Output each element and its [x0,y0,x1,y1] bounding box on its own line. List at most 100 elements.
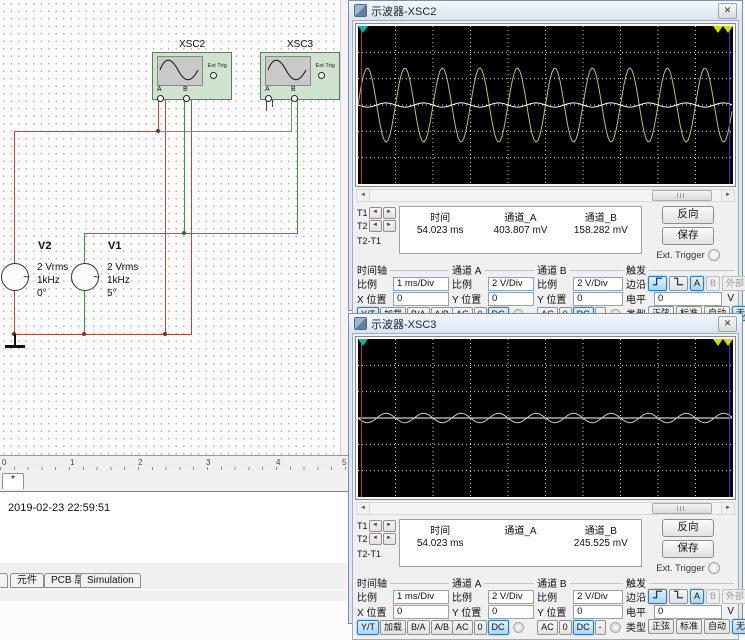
yt-button[interactable]: Y/T [357,620,379,635]
trigger-b-button[interactable]: B [706,589,720,604]
tab-simulation[interactable]: Simulation [80,573,141,588]
t2-marker-icon[interactable] [713,339,723,346]
close-icon[interactable]: ✕ [718,316,737,332]
dc-button[interactable]: DC [573,620,594,635]
wire-segment[interactable] [291,97,292,131]
t1-cursor[interactable] [361,339,362,497]
reverse-button[interactable]: 反向 [662,206,714,224]
falling-edge-icon[interactable] [669,589,688,604]
ba-button[interactable]: B/A [407,620,430,635]
reverse-button[interactable]: 反向 [662,519,714,537]
wire-segment[interactable] [158,97,159,131]
timebase-scale-input[interactable]: 1 ms/Div [393,277,449,291]
save-button[interactable]: 保存 [662,227,714,245]
t2-cursor[interactable] [729,339,730,497]
minus-button[interactable]: - [595,620,606,635]
trigger-marker-icon[interactable] [723,26,733,33]
xpos-input[interactable]: 0 [393,605,449,619]
channel-a-ypos-input[interactable]: 0 [488,292,534,306]
wire-segment[interactable] [14,291,15,334]
t1-marker-icon[interactable] [358,339,368,346]
tab-components[interactable]: 元件 [10,573,44,588]
channel-a-scale-input[interactable]: 2 V/Div [488,590,534,604]
wire-segment[interactable] [84,233,298,234]
t1-right-icon[interactable]: ► [383,207,396,219]
t2-right-icon[interactable]: ► [383,220,396,232]
ac-source-v2[interactable]: ~ [1,263,29,291]
sheet-tab[interactable]: * [2,473,24,489]
trigger-ext-button[interactable]: 外部 [722,589,745,604]
channel-a-ypos-input[interactable]: 0 [488,605,534,619]
level-input[interactable]: 0 [654,605,722,619]
trigger-none-button[interactable]: 无 [732,619,745,634]
ext-trigger-radio[interactable] [708,562,720,574]
wire-segment[interactable] [84,233,85,263]
zero-button[interactable]: 0 [474,620,487,635]
display-scrollbar[interactable]: ◄ ► [356,502,735,515]
rising-edge-icon[interactable] [648,589,667,604]
wire-segment[interactable] [191,97,192,335]
t2-marker-icon[interactable] [713,26,723,33]
ground-symbol[interactable] [14,334,16,345]
display-scrollbar[interactable]: ◄ ► [356,189,735,202]
timebase-scale-input[interactable]: 1 ms/Div [393,590,449,604]
channel-a-scale-input[interactable]: 2 V/Div [488,277,534,291]
wire-segment[interactable] [159,131,292,132]
add-button[interactable]: 加载 [380,620,406,635]
trigger-ext-button[interactable]: 外部 [722,276,745,291]
terminal-b-pin[interactable] [183,95,190,102]
scrollbar-thumb[interactable] [652,503,712,514]
oscilloscope-window-xsc2[interactable]: 示波器-XSC2 ✕ ◄ ► T1 ◄ ► T2 ◄ ► T2-T [348,0,743,311]
t1-left-icon[interactable]: ◄ [369,520,382,532]
zero-button[interactable]: 0 [559,620,572,635]
wire-segment[interactable] [297,97,298,233]
wire-segment[interactable] [14,131,159,132]
trigger-a-button[interactable]: A [690,589,704,604]
scroll-right-icon[interactable]: ► [721,503,734,514]
ac-button[interactable]: AC [452,620,473,635]
t1-right-icon[interactable]: ► [383,520,396,532]
t2-cursor[interactable] [729,26,730,184]
ac-button[interactable]: AC [537,620,558,635]
trigger-normal-button[interactable]: 标准 [676,619,702,634]
ab-button[interactable]: A/B [431,620,454,635]
close-icon[interactable]: ✕ [718,3,737,19]
t1-marker-icon[interactable] [358,26,368,33]
terminal-a-pin[interactable] [157,95,164,102]
channel-b-scale-input[interactable]: 2 V/Div [573,590,623,604]
t2-right-icon[interactable]: ► [383,533,396,545]
oscilloscope-component-xsc3[interactable]: XSC3 Ext Trig A B [260,52,340,100]
trigger-auto-button[interactable]: 自动 [704,619,730,634]
falling-edge-icon[interactable] [669,276,688,291]
schematic-canvas[interactable]: XSC2 Ext Trig A B XSC3 Ext Trig A B ~ V2… [0,0,348,455]
scroll-right-icon[interactable]: ► [721,190,734,201]
ext-trigger-radio[interactable] [708,249,720,261]
scrollbar-thumb[interactable] [652,190,712,201]
wire-segment[interactable] [14,131,15,263]
save-button[interactable]: 保存 [662,540,714,558]
channel-b-ypos-input[interactable]: 0 [573,292,623,306]
scroll-left-icon[interactable]: ◄ [357,190,370,201]
ext-trig-pin[interactable] [318,72,325,79]
ext-trig-pin[interactable] [210,72,217,79]
wire-segment[interactable] [165,97,166,334]
trigger-marker-icon[interactable] [723,339,733,346]
oscilloscope-window-xsc3[interactable]: 示波器-XSC3 ✕ ◄ ► T1 ◄ ► T2 ◄ ► T2-T [348,313,743,624]
ac-source-v1[interactable]: ~ [71,263,99,291]
window-title-bar[interactable]: 示波器-XSC2 ✕ [349,1,742,20]
level-input[interactable]: 0 [654,292,722,306]
t1-cursor[interactable] [361,26,362,184]
channel-b-ypos-input[interactable]: 0 [573,605,623,619]
t2-left-icon[interactable]: ◄ [369,220,382,232]
t1-left-icon[interactable]: ◄ [369,207,382,219]
channel-b-scale-input[interactable]: 2 V/Div [573,277,623,291]
trigger-a-button[interactable]: A [690,276,704,291]
wire-segment[interactable] [184,97,185,233]
rising-edge-icon[interactable] [648,276,667,291]
t2-left-icon[interactable]: ◄ [369,533,382,545]
trigger-single-button[interactable]: 正弦 [648,619,674,634]
tab-stub[interactable] [0,573,8,588]
oscilloscope-component-xsc2[interactable]: XSC2 Ext Trig A B [152,52,232,100]
trigger-b-button[interactable]: B [706,276,720,291]
wire-segment[interactable] [84,291,85,334]
